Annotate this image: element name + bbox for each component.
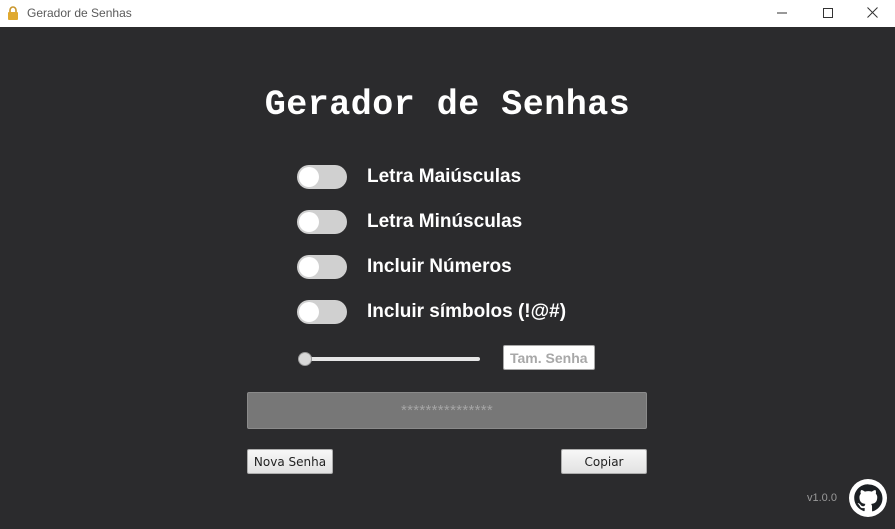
maximize-icon — [823, 5, 833, 23]
minimize-button[interactable] — [759, 0, 805, 27]
new-password-button[interactable]: Nova Senha — [247, 449, 333, 474]
maximize-button[interactable] — [805, 0, 851, 27]
option-uppercase: Letra Maiúsculas — [297, 165, 521, 189]
title-bar: Gerador de Senhas — [0, 0, 895, 27]
option-lowercase: Letra Minúsculas — [297, 210, 522, 234]
option-numbers: Incluir Números — [297, 255, 512, 279]
slider-thumb[interactable] — [298, 352, 312, 366]
version-label: v1.0.0 — [807, 492, 837, 504]
password-display: *************** — [247, 392, 647, 429]
length-slider[interactable] — [298, 352, 480, 366]
toggle-knob — [299, 167, 319, 187]
lowercase-toggle[interactable] — [297, 210, 347, 234]
copy-button[interactable]: Copiar — [561, 449, 647, 474]
symbols-label: Incluir símbolos (!@#) — [367, 301, 567, 322]
numbers-toggle[interactable] — [297, 255, 347, 279]
uppercase-label: Letra Maiúsculas — [367, 166, 522, 187]
close-button[interactable] — [849, 0, 895, 27]
toggle-knob — [299, 302, 319, 322]
app-content: Gerador de Senhas Letra Maiúsculas Letra… — [0, 27, 895, 529]
window-title: Gerador de Senhas — [27, 6, 132, 20]
lock-icon — [7, 6, 19, 20]
numbers-label: Incluir Números — [367, 256, 512, 277]
slider-track — [298, 357, 480, 361]
uppercase-toggle[interactable] — [297, 165, 347, 189]
github-icon[interactable] — [849, 479, 887, 517]
minimize-icon — [777, 5, 787, 23]
page-title: Gerador de Senhas — [264, 85, 631, 125]
lowercase-label: Letra Minúsculas — [367, 211, 523, 232]
close-icon — [866, 5, 878, 23]
option-symbols: Incluir símbolos (!@#) — [297, 300, 566, 324]
symbols-toggle[interactable] — [297, 300, 347, 324]
toggle-knob — [299, 257, 319, 277]
length-input[interactable] — [503, 345, 595, 370]
toggle-knob — [299, 212, 319, 232]
